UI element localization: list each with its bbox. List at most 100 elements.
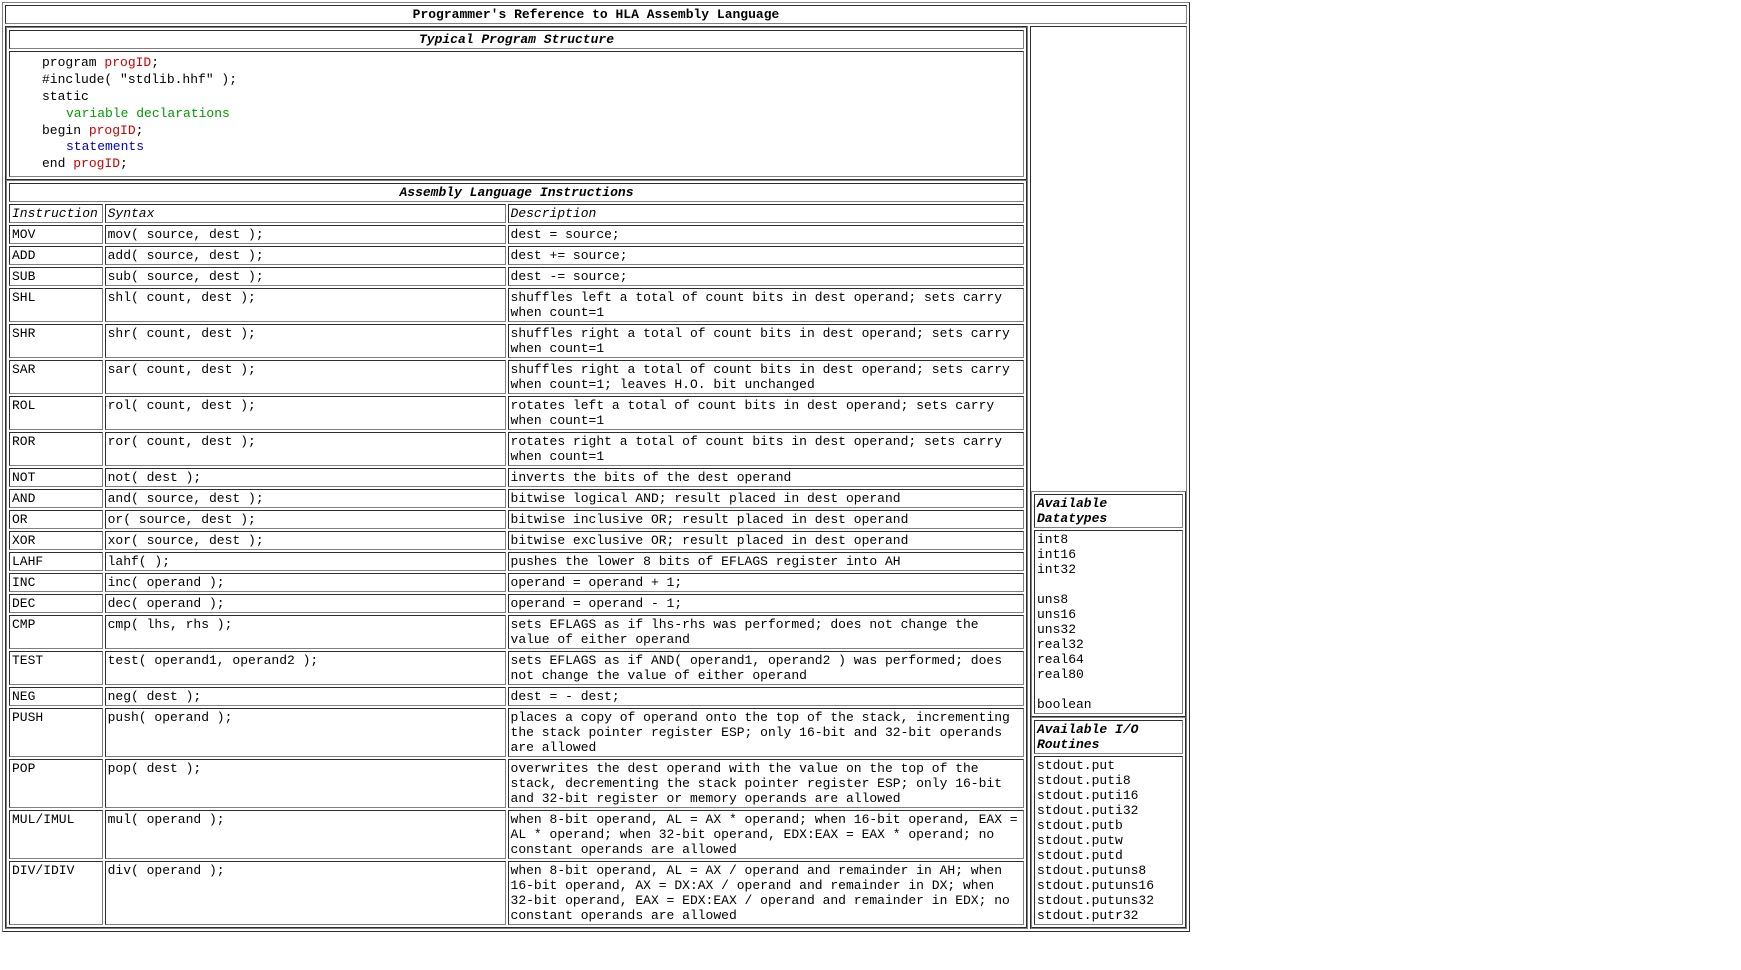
io-list: stdout.put stdout.puti8 stdout.puti16 st… — [1034, 756, 1183, 925]
description-cell: dest = - dest; — [508, 687, 1024, 706]
sidebar: Available Datatypes int8 int16 int32 uns… — [1030, 26, 1187, 929]
syntax-cell: add( source, dest ); — [105, 246, 506, 265]
syntax-cell: div( operand ); — [105, 861, 506, 925]
description-cell: dest += source; — [508, 246, 1024, 265]
syntax-cell: lahf( ); — [105, 552, 506, 571]
syntax-cell: sub( source, dest ); — [105, 267, 506, 286]
description-cell: operand = operand - 1; — [508, 594, 1024, 613]
description-cell: dest -= source; — [508, 267, 1024, 286]
table-row: ADDadd( source, dest );dest += source; — [9, 246, 1024, 265]
description-cell: pushes the lower 8 bits of EFLAGS regist… — [508, 552, 1024, 571]
syntax-cell: not( dest ); — [105, 468, 506, 487]
syntax-cell: dec( operand ); — [105, 594, 506, 613]
instruction-cell: INC — [9, 573, 103, 592]
description-cell: rotates right a total of count bits in d… — [508, 432, 1024, 466]
description-cell: when 8-bit operand, AL = AX * operand; w… — [508, 810, 1024, 859]
instruction-cell: OR — [9, 510, 103, 529]
table-row: SHRshr( count, dest );shuffles right a t… — [9, 324, 1024, 358]
table-row: XORxor( source, dest );bitwise exclusive… — [9, 531, 1024, 550]
description-cell: bitwise logical AND; result placed in de… — [508, 489, 1024, 508]
datatypes-list: int8 int16 int32 uns8 uns16 uns32 real32… — [1034, 530, 1183, 714]
progid-1: progID — [104, 55, 151, 70]
table-row: MOVmov( source, dest );dest = source; — [9, 225, 1024, 244]
description-cell: when 8-bit operand, AL = AX / operand an… — [508, 861, 1024, 925]
table-row: DECdec( operand );operand = operand - 1; — [9, 594, 1024, 613]
description-cell: rotates left a total of count bits in de… — [508, 396, 1024, 430]
syntax-cell: push( operand ); — [105, 708, 506, 757]
col-description: Description — [508, 204, 1024, 223]
table-row: POPpop( dest );overwrites the dest opera… — [9, 759, 1024, 808]
table-row: PUSHpush( operand );places a copy of ope… — [9, 708, 1024, 757]
description-cell: dest = source; — [508, 225, 1024, 244]
syntax-cell: cmp( lhs, rhs ); — [105, 615, 506, 649]
instruction-cell: POP — [9, 759, 103, 808]
datatypes-header: Available Datatypes — [1034, 494, 1183, 528]
instruction-cell: CMP — [9, 615, 103, 649]
syntax-cell: mul( operand ); — [105, 810, 506, 859]
instructions-heading: Assembly Language Instructions — [9, 183, 1024, 202]
description-cell: inverts the bits of the dest operand — [508, 468, 1024, 487]
structure-heading: Typical Program Structure — [9, 30, 1024, 49]
syntax-cell: sar( count, dest ); — [105, 360, 506, 394]
instruction-cell: XOR — [9, 531, 103, 550]
instruction-cell: MOV — [9, 225, 103, 244]
table-row: NOTnot( dest );inverts the bits of the d… — [9, 468, 1024, 487]
var-decls: variable declarations — [66, 106, 230, 121]
static-line: static — [42, 89, 1021, 106]
table-row: SHLshl( count, dest );shuffles left a to… — [9, 288, 1024, 322]
table-row: ROLrol( count, dest );rotates left a tot… — [9, 396, 1024, 430]
program-structure-code: program progID; #include( "stdlib.hhf" )… — [9, 51, 1024, 177]
instruction-cell: ADD — [9, 246, 103, 265]
syntax-cell: test( operand1, operand2 ); — [105, 651, 506, 685]
syntax-cell: shr( count, dest ); — [105, 324, 506, 358]
syntax-cell: mov( source, dest ); — [105, 225, 506, 244]
io-header: Available I/O Routines — [1034, 720, 1183, 754]
statements: statements — [66, 139, 144, 154]
progid-3: progID — [73, 156, 120, 171]
table-row: NEGneg( dest );dest = - dest; — [9, 687, 1024, 706]
kw-program: program — [42, 55, 104, 70]
kw-begin: begin — [42, 123, 89, 138]
description-cell: shuffles right a total of count bits in … — [508, 324, 1024, 358]
datatypes-box: Available Datatypes int8 int16 int32 uns… — [1031, 491, 1186, 717]
structure-table: Typical Program Structure program progID… — [6, 27, 1027, 180]
description-cell: operand = operand + 1; — [508, 573, 1024, 592]
description-cell: shuffles right a total of count bits in … — [508, 360, 1024, 394]
include-line: #include( "stdlib.hhf" ); — [42, 72, 1021, 89]
table-row: CMPcmp( lhs, rhs );sets EFLAGS as if lhs… — [9, 615, 1024, 649]
instruction-cell: SUB — [9, 267, 103, 286]
syntax-cell: or( source, dest ); — [105, 510, 506, 529]
table-row: LAHFlahf( );pushes the lower 8 bits of E… — [9, 552, 1024, 571]
instruction-cell: MUL/IMUL — [9, 810, 103, 859]
syntax-cell: neg( dest ); — [105, 687, 506, 706]
description-cell: sets EFLAGS as if lhs-rhs was performed;… — [508, 615, 1024, 649]
table-row: INCinc( operand );operand = operand + 1; — [9, 573, 1024, 592]
progid-2: progID — [89, 123, 136, 138]
instruction-cell: SHL — [9, 288, 103, 322]
instruction-cell: DIV/IDIV — [9, 861, 103, 925]
description-cell: bitwise inclusive OR; result placed in d… — [508, 510, 1024, 529]
instruction-cell: ROR — [9, 432, 103, 466]
syntax-cell: and( source, dest ); — [105, 489, 506, 508]
description-cell: overwrites the dest operand with the val… — [508, 759, 1024, 808]
col-syntax: Syntax — [105, 204, 506, 223]
instruction-cell: SAR — [9, 360, 103, 394]
instruction-cell: LAHF — [9, 552, 103, 571]
instruction-cell: DEC — [9, 594, 103, 613]
syntax-cell: shl( count, dest ); — [105, 288, 506, 322]
syntax-cell: inc( operand ); — [105, 573, 506, 592]
description-cell: shuffles left a total of count bits in d… — [508, 288, 1024, 322]
table-row: MUL/IMULmul( operand );when 8-bit operan… — [9, 810, 1024, 859]
description-cell: bitwise exclusive OR; result placed in d… — [508, 531, 1024, 550]
table-row: DIV/IDIVdiv( operand );when 8-bit operan… — [9, 861, 1024, 925]
col-instruction: Instruction — [9, 204, 103, 223]
left-column: Typical Program Structure program progID… — [5, 26, 1028, 929]
syntax-cell: pop( dest ); — [105, 759, 506, 808]
instruction-cell: NEG — [9, 687, 103, 706]
instruction-cell: TEST — [9, 651, 103, 685]
instruction-cell: SHR — [9, 324, 103, 358]
instruction-cell: AND — [9, 489, 103, 508]
table-row: SUBsub( source, dest );dest -= source; — [9, 267, 1024, 286]
table-row: ORor( source, dest );bitwise inclusive O… — [9, 510, 1024, 529]
main-reference-table: Programmer's Reference to HLA Assembly L… — [2, 2, 1190, 932]
